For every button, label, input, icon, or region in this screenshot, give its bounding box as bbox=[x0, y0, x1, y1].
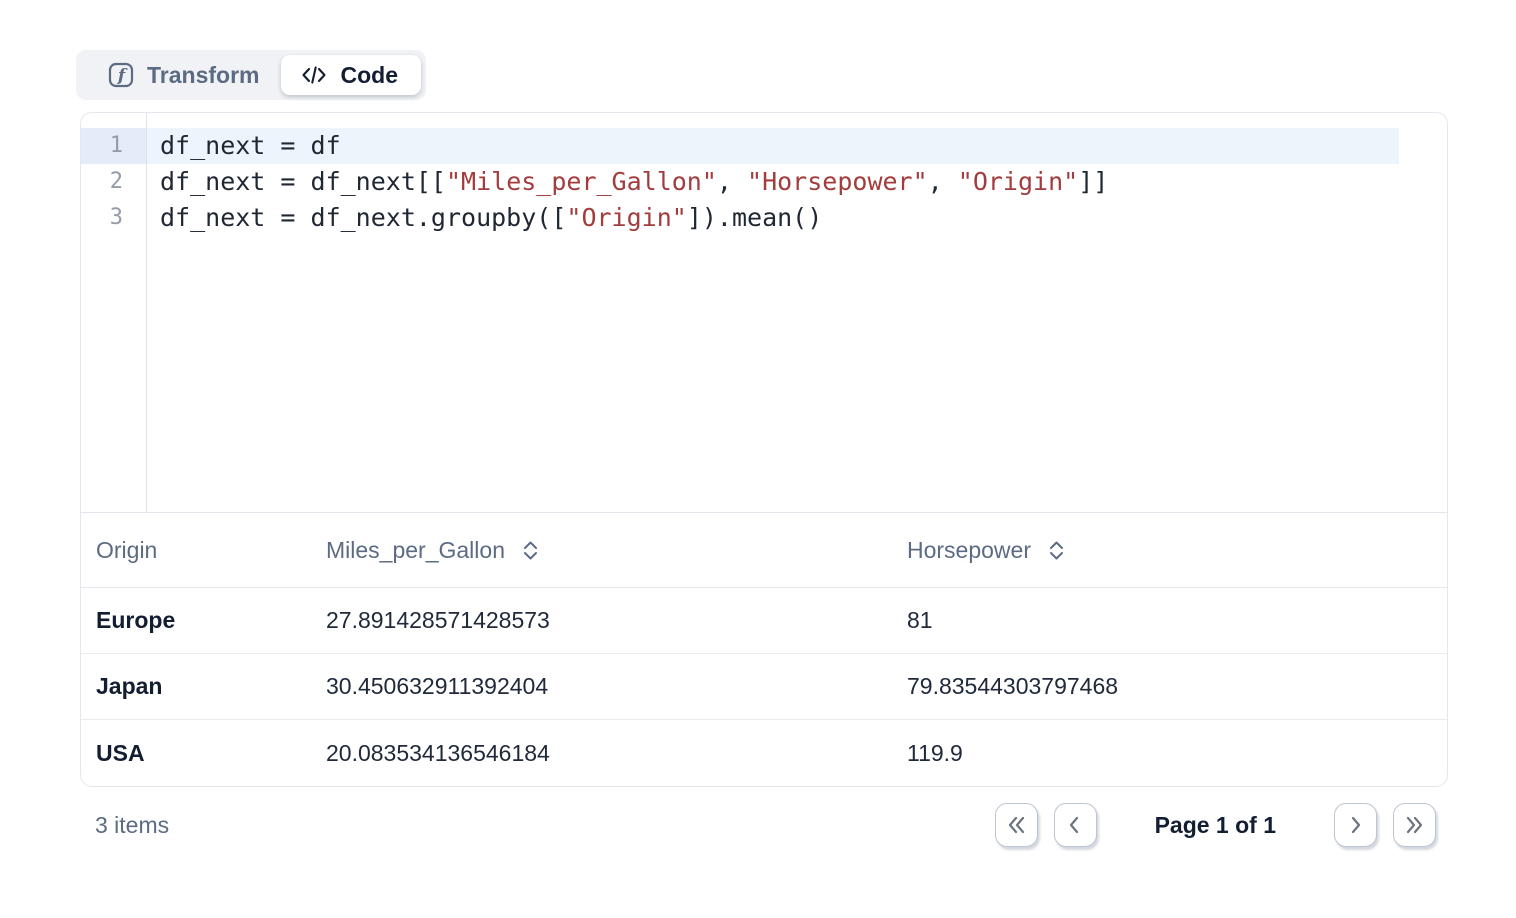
column-header-label: Horsepower bbox=[907, 537, 1031, 564]
cell-origin: Europe bbox=[96, 607, 326, 634]
chevron-right-icon bbox=[1344, 813, 1368, 837]
chevron-left-icon bbox=[1063, 813, 1087, 837]
last-page-button[interactable] bbox=[1393, 803, 1436, 847]
chevrons-left-icon bbox=[1004, 813, 1028, 837]
column-header-label: Origin bbox=[96, 537, 157, 564]
editor-code-area[interactable]: df_next = df df_next = df_next[["Miles_pe… bbox=[147, 113, 1447, 512]
column-header-label: Miles_per_Gallon bbox=[326, 537, 505, 564]
table-row: Japan30.45063291139240479.83544303797468 bbox=[81, 654, 1447, 720]
prev-page-button[interactable] bbox=[1054, 803, 1097, 847]
code-token-plain: df_next = df_next.groupby([ bbox=[160, 203, 566, 232]
code-line[interactable]: df_next = df bbox=[147, 128, 1399, 164]
column-header-origin: Origin bbox=[96, 537, 326, 564]
code-token-plain: df_next = df_next[[ bbox=[160, 167, 446, 196]
line-number: 3 bbox=[81, 200, 146, 236]
items-count: 3 items bbox=[80, 812, 169, 839]
line-number: 2 bbox=[81, 164, 146, 200]
cell-origin: USA bbox=[96, 740, 326, 767]
code-editor[interactable]: 123 df_next = df df_next = df_next[["Mile… bbox=[81, 113, 1447, 513]
cell-miles_per_gallon: 30.450632911392404 bbox=[326, 673, 907, 700]
tab-transform[interactable]: f Transform bbox=[81, 55, 281, 95]
table-header-row: Origin Miles_per_Gallon Horsepower bbox=[81, 513, 1447, 588]
tab-code-label: Code bbox=[340, 62, 398, 89]
cell-origin: Japan bbox=[96, 673, 326, 700]
code-token-plain: df_next = df bbox=[160, 131, 341, 160]
sort-chevrons-icon bbox=[1048, 538, 1065, 563]
code-line[interactable]: df_next = df_next.groupby(["Origin"]).me… bbox=[147, 200, 1399, 236]
code-token-plain: ]] bbox=[1078, 167, 1108, 196]
pagination: Page 1 of 1 bbox=[995, 803, 1448, 847]
table-body: Europe27.89142857142857381Japan30.450632… bbox=[81, 588, 1447, 786]
cell-miles_per_gallon: 20.083534136546184 bbox=[326, 740, 907, 767]
first-page-button[interactable] bbox=[995, 803, 1038, 847]
tab-code[interactable]: Code bbox=[281, 55, 421, 95]
page-indicator: Page 1 of 1 bbox=[1155, 812, 1276, 839]
code-token-plain: , bbox=[717, 167, 747, 196]
table-row: USA20.083534136546184119.9 bbox=[81, 720, 1447, 786]
table-footer: 3 items Page 1 of 1 bbox=[80, 795, 1448, 855]
code-brackets-icon bbox=[301, 64, 327, 86]
column-header-horsepower[interactable]: Horsepower bbox=[907, 537, 1432, 564]
result-table: OriginMiles_per_GallonHorsepower Europe2… bbox=[81, 513, 1447, 786]
code-token-string: "Origin" bbox=[958, 167, 1078, 196]
table-row: Europe27.89142857142857381 bbox=[81, 588, 1447, 654]
cell-horsepower: 81 bbox=[907, 607, 1432, 634]
code-token-string: "Horsepower" bbox=[747, 167, 928, 196]
cell-horsepower: 119.9 bbox=[907, 740, 1432, 767]
editor-line-number-gutter: 123 bbox=[81, 113, 147, 512]
code-token-plain: ]).mean() bbox=[687, 203, 822, 232]
line-number: 1 bbox=[81, 128, 146, 164]
code-token-plain: , bbox=[928, 167, 958, 196]
function-square-icon: f bbox=[108, 62, 134, 88]
sort-chevrons-icon bbox=[522, 538, 539, 563]
svg-text:f: f bbox=[117, 66, 128, 86]
code-token-string: "Miles_per_Gallon" bbox=[446, 167, 717, 196]
cell-miles_per_gallon: 27.891428571428573 bbox=[326, 607, 907, 634]
column-header-miles_per_gallon[interactable]: Miles_per_Gallon bbox=[326, 537, 907, 564]
code-token-string: "Origin" bbox=[566, 203, 686, 232]
code-line[interactable]: df_next = df_next[["Miles_per_Gallon", "… bbox=[147, 164, 1399, 200]
view-mode-tabs: f Transform Code bbox=[76, 50, 426, 100]
tab-transform-label: Transform bbox=[147, 62, 259, 89]
chevrons-right-icon bbox=[1403, 813, 1427, 837]
cell-horsepower: 79.83544303797468 bbox=[907, 673, 1432, 700]
next-page-button[interactable] bbox=[1334, 803, 1377, 847]
code-and-result-panel: 123 df_next = df df_next = df_next[["Mile… bbox=[80, 112, 1448, 787]
